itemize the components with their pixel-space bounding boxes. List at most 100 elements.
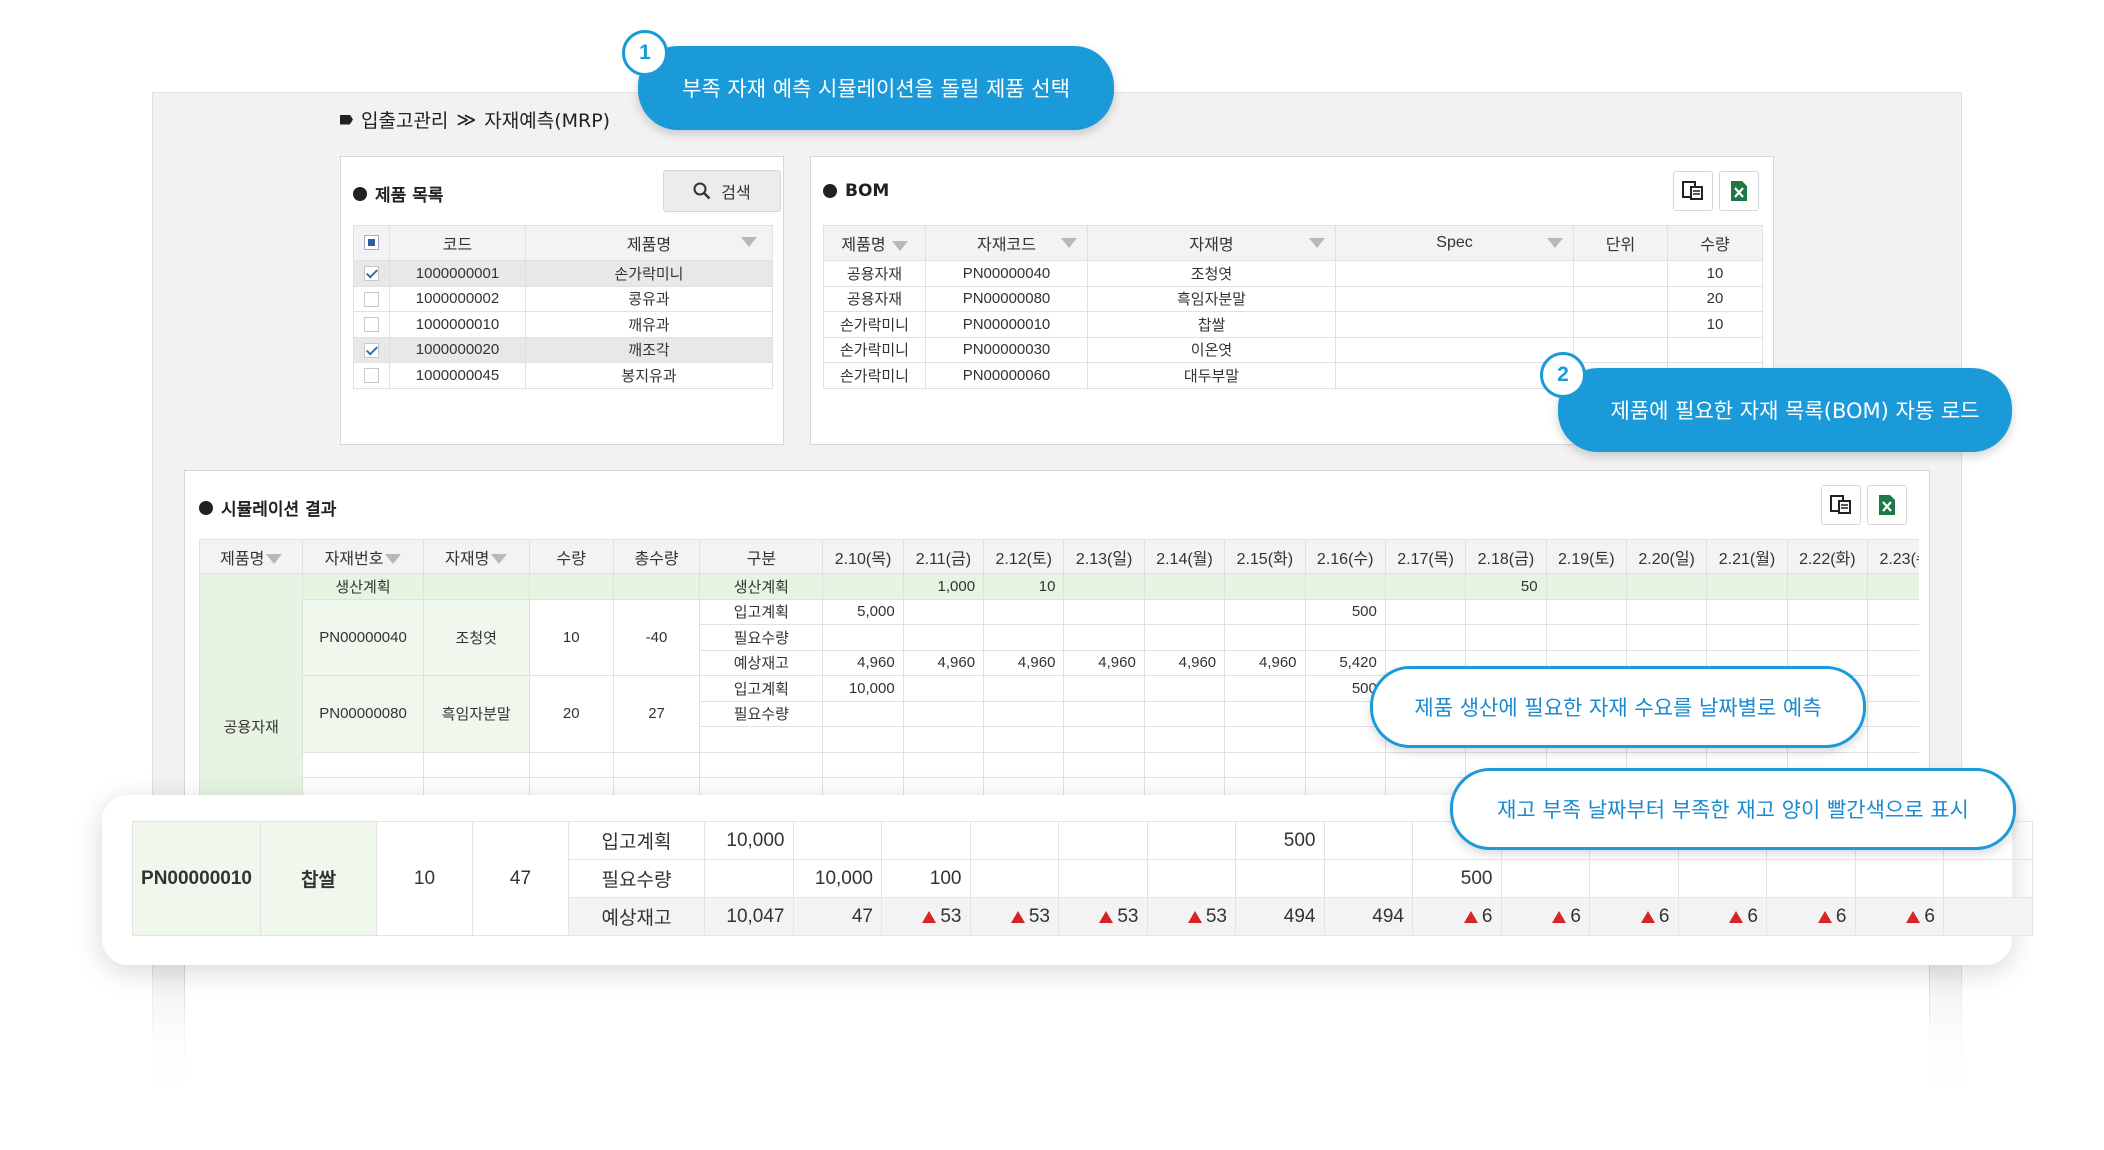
zoom-forecast-value [1146,859,1236,898]
zoom-forecast-value [1854,859,1944,898]
date-column-header[interactable]: 2.21(월) [1706,539,1788,574]
date-column-header[interactable]: 2.17(목) [1384,539,1467,574]
row-checkbox[interactable] [353,311,390,338]
sim-column-header[interactable]: 수량 [528,539,614,574]
date-column-header[interactable]: 2.15(화) [1224,539,1306,574]
bom-row[interactable]: 공용자재 PN00000080 흑임자분말 20 [823,285,1763,312]
zoom-forecast-value [1500,859,1590,898]
sim-column-header[interactable]: 총수량 [612,539,701,574]
bom-column-header[interactable]: 자재명 [1087,225,1336,261]
date-column-header[interactable]: 2.19(토) [1545,539,1627,574]
sim-column-header[interactable]: 제품명 [199,539,304,574]
date-column-header[interactable]: 2.13(일) [1063,539,1145,574]
forecast-value [983,598,1065,625]
bom-row[interactable]: 손가락미니 PN00000010 찹쌀 10 [823,311,1763,338]
bullet-icon [823,184,837,198]
empty-cell [699,726,824,753]
row-checkbox[interactable] [353,362,390,389]
date-column-header[interactable]: 2.23(수) [1867,539,1919,574]
bom-row[interactable]: 공용자재 PN00000040 조청엿 10 [823,260,1763,287]
empty-cell [1143,726,1226,753]
column-header-product-name[interactable]: 제품명 [525,225,773,261]
material-total: -40 [612,598,701,676]
filter-icon[interactable] [385,554,402,565]
bom-column-header[interactable]: 단위 [1573,225,1668,261]
filter-icon[interactable] [1309,238,1325,248]
filter-icon[interactable] [491,554,508,565]
filter-icon[interactable] [891,240,908,251]
sim-column-header[interactable]: 구분 [699,539,824,574]
date-column-header[interactable]: 2.18(금) [1465,539,1547,574]
forecast-value [1706,624,1788,651]
forecast-value: 20 [1867,649,1919,676]
bom-cell: PN00000030 [925,336,1088,363]
product-row[interactable]: 1000000001 손가락미니 [353,260,773,287]
zoom-forecast-value: 53 [969,897,1059,936]
bom-column-header[interactable]: Spec [1335,225,1574,261]
zoom-forecast-value: 6 [1500,897,1590,936]
forecast-value [1867,700,1919,727]
callout-2: 제품에 필요한 자재 목록(BOM) 자동 로드 [1558,368,2012,452]
bom-row[interactable]: 손가락미니 PN00000030 이온엿 [823,336,1763,363]
bom-cell: PN00000060 [925,362,1088,389]
copy-button[interactable] [1821,485,1861,525]
row-type-label: 필요수량 [699,624,824,651]
date-column-header[interactable]: 2.16(수) [1304,539,1386,574]
sim-column-header[interactable]: 자재번호 [302,539,424,574]
bom-cell [1335,260,1574,287]
zoom-forecast-value [1943,859,2033,898]
zoom-forecast-value [1589,859,1679,898]
excel-export-button[interactable] [1719,171,1759,211]
forecast-value [983,624,1065,651]
zoom-forecast-value [1943,897,2033,936]
product-row[interactable]: 1000000020 깨조각 [353,336,773,363]
excel-export-button[interactable] [1867,485,1907,525]
date-column-header[interactable]: 2.22(화) [1786,539,1869,574]
row-checkbox[interactable] [353,336,390,363]
empty-cell [983,726,1065,753]
bom-column-header[interactable]: 제품명 [823,225,926,261]
filter-icon[interactable] [1061,238,1077,248]
date-column-header[interactable]: 2.11(금) [902,539,985,574]
product-row[interactable]: 1000000002 콩유과 [353,285,773,312]
row-checkbox[interactable] [353,285,390,312]
simulation-title: 시뮬레이션 결과 [199,495,336,520]
search-button[interactable]: 검색 [663,170,781,212]
filter-icon[interactable] [741,237,758,247]
search-button-label: 검색 [721,183,751,202]
screenshot-stage: 입출고관리 ≫ 자재예측(MRP) 제품 목록 검색 코드 제품명 100000… [0,0,2104,1150]
product-row[interactable]: 1000000010 깨유과 [353,311,773,338]
row-checkbox[interactable] [353,260,390,287]
forecast-value [1063,598,1145,625]
column-header-code[interactable]: 코드 [389,225,526,261]
bom-cell [1573,336,1668,363]
date-column-header[interactable]: 2.10(목) [822,539,904,574]
forecast-value [1545,624,1627,651]
date-column-header[interactable]: 2.14(월) [1143,539,1226,574]
zoom-forecast-value: 6 [1677,897,1767,936]
forecast-value [983,700,1065,727]
shortage-triangle-icon [1552,910,1567,923]
bom-column-header[interactable]: 자재코드 [925,225,1088,261]
forecast-value [1304,624,1386,651]
zoom-forecast-value: 10,000 [792,859,882,898]
bom-cell: PN00000080 [925,285,1088,312]
filter-icon[interactable] [266,554,283,565]
product-row[interactable]: 1000000045 봉지유과 [353,362,773,389]
empty-cell [1063,751,1145,778]
breadcrumb-path[interactable]: 입출고관리 [361,106,448,133]
copy-button[interactable] [1673,171,1713,211]
forecast-value: 5,420 [1304,649,1386,676]
date-column-header[interactable]: 2.12(토) [983,539,1065,574]
zoom-forecast-value: 47 [792,897,882,936]
empty-cell [902,751,985,778]
plan-value [1304,573,1386,600]
forecast-value [1143,700,1226,727]
select-all-checkbox[interactable] [353,225,390,261]
bom-column-header[interactable]: 수량 [1667,225,1763,261]
sim-column-header[interactable]: 자재명 [422,539,530,574]
filter-icon[interactable] [1547,238,1563,248]
date-column-header[interactable]: 2.20(일) [1625,539,1708,574]
bom-cell: 10 [1667,311,1763,338]
zoom-forecast-value [969,821,1059,860]
